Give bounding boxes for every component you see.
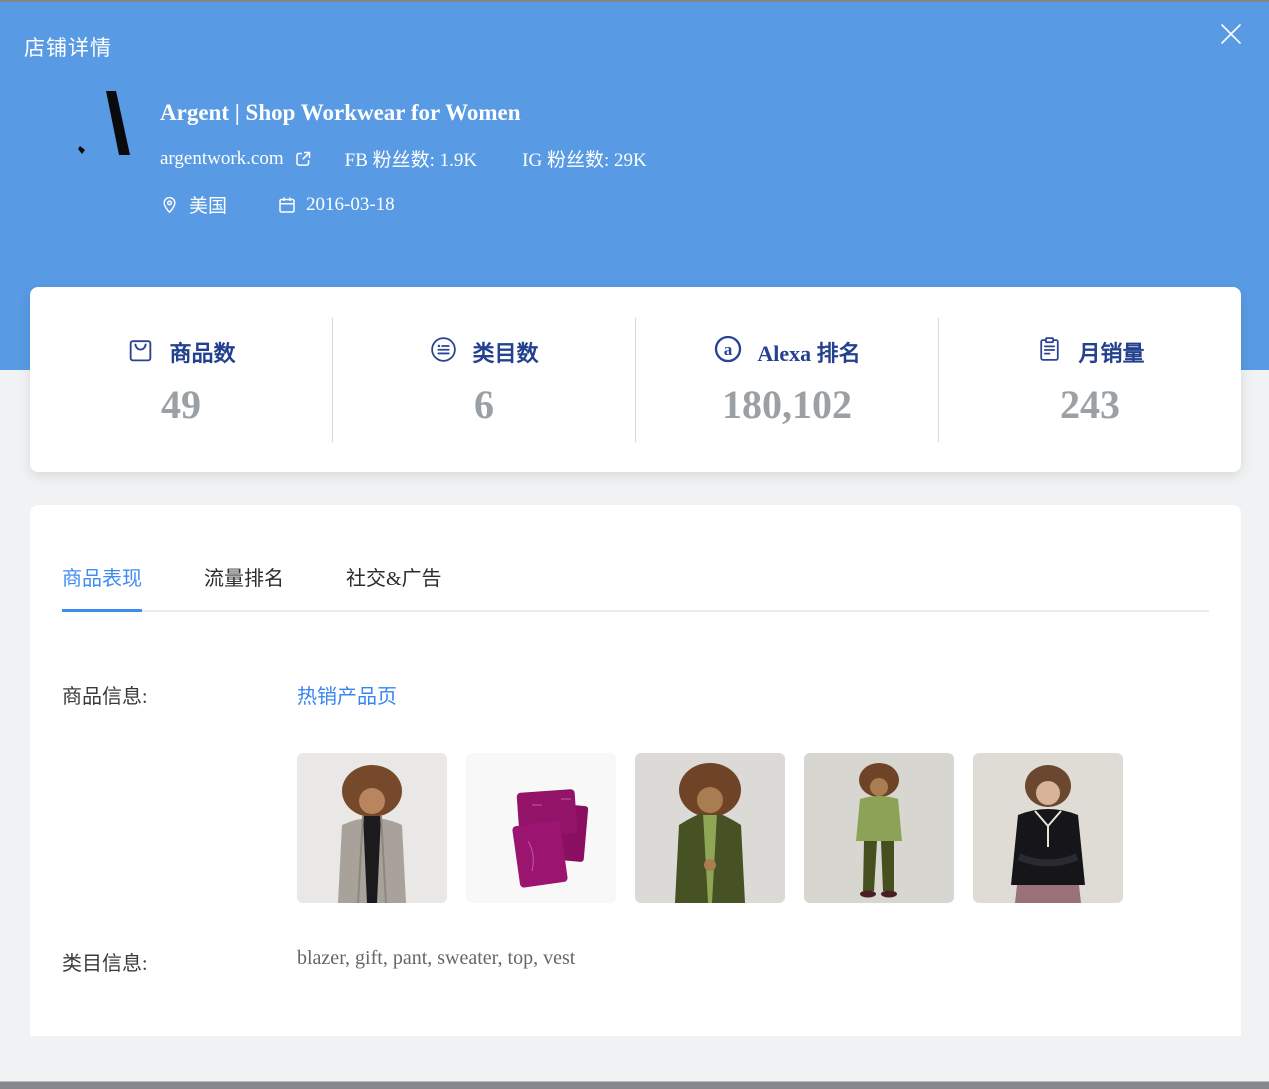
product-image-3[interactable]: [635, 753, 785, 903]
tab-bar: 商品表现 流量排名 社交&广告: [62, 562, 1209, 612]
shop-header: Argent | Shop Workwear for Women argentw…: [70, 86, 647, 218]
close-button[interactable]: [1219, 22, 1243, 46]
shopping-bag-icon: [126, 335, 155, 370]
alexa-icon: a: [713, 334, 743, 370]
category-info-label: 类目信息:: [62, 947, 297, 976]
shop-meta-row-2: 美国 2016-03-18: [160, 191, 647, 218]
shop-domain: argentwork.com: [160, 148, 284, 170]
modal-title: 店铺详情: [24, 32, 112, 62]
shop-meta-row-1: argentwork.com FB 粉丝数: 1.9K IG 粉丝数: 29K: [160, 145, 647, 172]
svg-text:a: a: [724, 340, 733, 359]
location-pin-icon: [160, 195, 180, 215]
external-link-icon: [293, 149, 313, 169]
category-info-section: 类目信息: blazer, gift, pant, sweater, top, …: [62, 947, 1209, 976]
stat-label: Alexa 排名: [757, 336, 860, 368]
stat-products: 商品数 49: [30, 335, 332, 425]
stats-card: 商品数 49 类目数 6 a Alexa: [30, 287, 1241, 472]
detail-panel: 商品表现 流量排名 社交&广告 商品信息: 热销产品页: [30, 505, 1241, 1036]
stat-value: 49: [30, 385, 332, 425]
shop-logo: [70, 86, 145, 162]
tab-traffic-rank[interactable]: 流量排名: [204, 562, 284, 610]
category-list-icon: [429, 335, 458, 370]
stat-categories: 类目数 6: [333, 335, 635, 425]
shop-name: Argent | Shop Workwear for Women: [160, 100, 647, 126]
close-icon: [1219, 33, 1243, 50]
shop-country: 美国: [189, 191, 227, 218]
product-info-section: 商品信息: 热销产品页: [62, 680, 1209, 903]
product-info-label: 商品信息:: [62, 680, 297, 903]
hot-products-link[interactable]: 热销产品页: [297, 680, 397, 709]
stat-label: 商品数: [169, 336, 235, 368]
stat-value: 6: [333, 385, 635, 425]
product-image-5[interactable]: [973, 753, 1123, 903]
shop-founded-date: 2016-03-18: [306, 194, 395, 216]
shop-domain-link[interactable]: argentwork.com: [160, 148, 313, 170]
stat-value: 243: [939, 385, 1241, 425]
window-bottom-edge: [0, 1081, 1269, 1089]
shop-info: Argent | Shop Workwear for Women argentw…: [160, 86, 647, 218]
stat-monthly-sales: 月销量 243: [939, 335, 1241, 425]
clipboard-icon: [1035, 335, 1064, 370]
stat-value: 180,102: [636, 385, 938, 425]
tab-social-ads[interactable]: 社交&广告: [346, 562, 442, 610]
stat-label: 类目数: [472, 336, 538, 368]
tab-product-performance[interactable]: 商品表现: [62, 562, 142, 610]
product-image-4[interactable]: [804, 753, 954, 903]
calendar-icon: [277, 195, 297, 215]
product-image-2[interactable]: [466, 753, 616, 903]
fb-fans: FB 粉丝数: 1.9K: [345, 145, 478, 172]
stat-alexa-rank: a Alexa 排名 180,102: [636, 334, 938, 425]
product-image-1[interactable]: [297, 753, 447, 903]
product-image-list: [297, 753, 1209, 903]
category-values: blazer, gift, pant, sweater, top, vest: [297, 947, 1209, 976]
stat-label: 月销量: [1078, 336, 1144, 368]
ig-fans: IG 粉丝数: 29K: [522, 145, 647, 172]
